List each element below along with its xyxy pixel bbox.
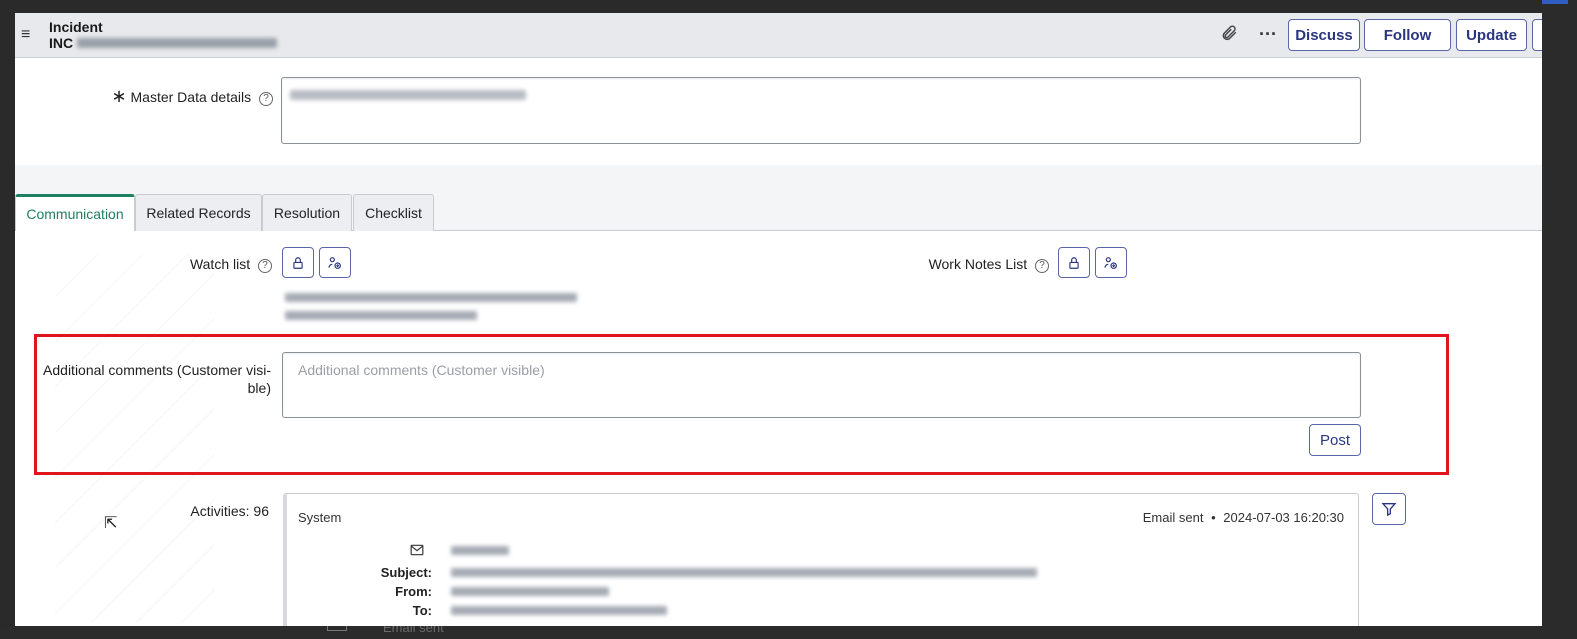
tab-related-records[interactable]: Related Records: [135, 194, 262, 231]
watch-list-lock-button[interactable]: [282, 247, 314, 278]
mouse-cursor-icon: ⇱: [104, 515, 118, 532]
additional-comments-placeholder: Additional comments (Customer visible): [298, 362, 545, 378]
master-data-textarea[interactable]: [281, 77, 1361, 144]
background-button-stub: [1542, 0, 1568, 4]
help-icon[interactable]: ?: [258, 259, 272, 273]
redacted-master-data-text: [290, 90, 526, 100]
work-notes-lock-button[interactable]: [1058, 247, 1090, 278]
work-notes-list-label-row: Work Notes List ?: [895, 256, 1049, 273]
watch-list-add-me-button[interactable]: [319, 247, 351, 278]
work-notes-list-label: Work Notes List: [928, 256, 1028, 272]
redacted-email-to: [451, 606, 667, 615]
activity-entry-card: System Email sent • 2024-07-03 16:20:30 …: [283, 493, 1359, 626]
to-label: To:: [412, 603, 432, 618]
redacted-email-from: [451, 587, 609, 596]
record-number: INC: [49, 35, 278, 51]
form-header: ≡ Incident INC ··· Discuss Follow Update: [15, 13, 1542, 58]
add-user-icon: [1104, 256, 1117, 269]
envelope-icon: [410, 543, 424, 561]
incident-form-window: ≡ Incident INC ··· Discuss Follow Update…: [15, 13, 1542, 626]
additional-comments-label: Additional comments (Customer visi- ble): [35, 361, 271, 397]
required-marker: ∗: [111, 86, 127, 106]
lock-icon: [293, 256, 303, 269]
redacted-short-description: [77, 38, 278, 48]
activity-type: Email sent: [1142, 510, 1204, 525]
update-button[interactable]: Update: [1456, 19, 1527, 51]
help-icon[interactable]: ?: [1035, 259, 1049, 273]
watch-list-label-row: Watch list ?: [165, 256, 272, 273]
master-data-label-row: ∗ Master Data details ?: [103, 86, 273, 107]
activity-timestamp: 2024-07-03 16:20:30: [1223, 510, 1344, 525]
follow-button[interactable]: Follow: [1364, 19, 1451, 51]
help-icon[interactable]: ?: [259, 92, 273, 106]
activities-label: Activities: 96: [190, 503, 269, 519]
subject-label: Subject:: [380, 565, 432, 580]
post-button[interactable]: Post: [1309, 424, 1361, 456]
additional-comments-label-line2: ble): [247, 380, 271, 396]
tab-communication[interactable]: Communication: [15, 194, 135, 231]
activity-filter-button[interactable]: [1372, 493, 1406, 525]
tab-checklist[interactable]: Checklist: [353, 194, 434, 231]
more-options-icon[interactable]: ···: [1259, 24, 1277, 45]
additional-comments-textarea[interactable]: Additional comments (Customer visible): [282, 352, 1361, 418]
redacted-email-subject: [451, 568, 1037, 577]
paperclip-icon[interactable]: [1220, 24, 1238, 47]
outer-window-edge: [1542, 0, 1577, 639]
redacted-watch-list-email: [285, 293, 577, 302]
hamburger-menu-icon[interactable]: ≡: [21, 26, 30, 44]
activity-separator: •: [1211, 510, 1216, 525]
additional-comments-label-line1: Additional comments (Customer visi-: [43, 362, 271, 378]
record-number-prefix: INC: [49, 35, 74, 51]
background-window-bottom: Email sent: [0, 620, 1542, 639]
add-user-icon: [328, 256, 341, 269]
activity-author: System: [298, 510, 342, 525]
master-data-label: Master Data details: [130, 89, 252, 105]
from-label: From:: [395, 584, 432, 599]
discuss-button[interactable]: Discuss: [1288, 19, 1360, 51]
redacted-email-status: [451, 546, 509, 555]
work-notes-add-me-button[interactable]: [1095, 247, 1127, 278]
watch-list-label: Watch list: [189, 256, 251, 272]
overflow-button[interactable]: [1532, 19, 1542, 51]
activity-meta: Email sent • 2024-07-03 16:20:30: [1143, 510, 1344, 525]
lock-icon: [1069, 256, 1079, 269]
record-type-title: Incident: [49, 19, 103, 35]
filter-icon: [1381, 503, 1397, 517]
tab-resolution[interactable]: Resolution: [262, 194, 352, 231]
redacted-watch-list-email: [285, 311, 477, 320]
